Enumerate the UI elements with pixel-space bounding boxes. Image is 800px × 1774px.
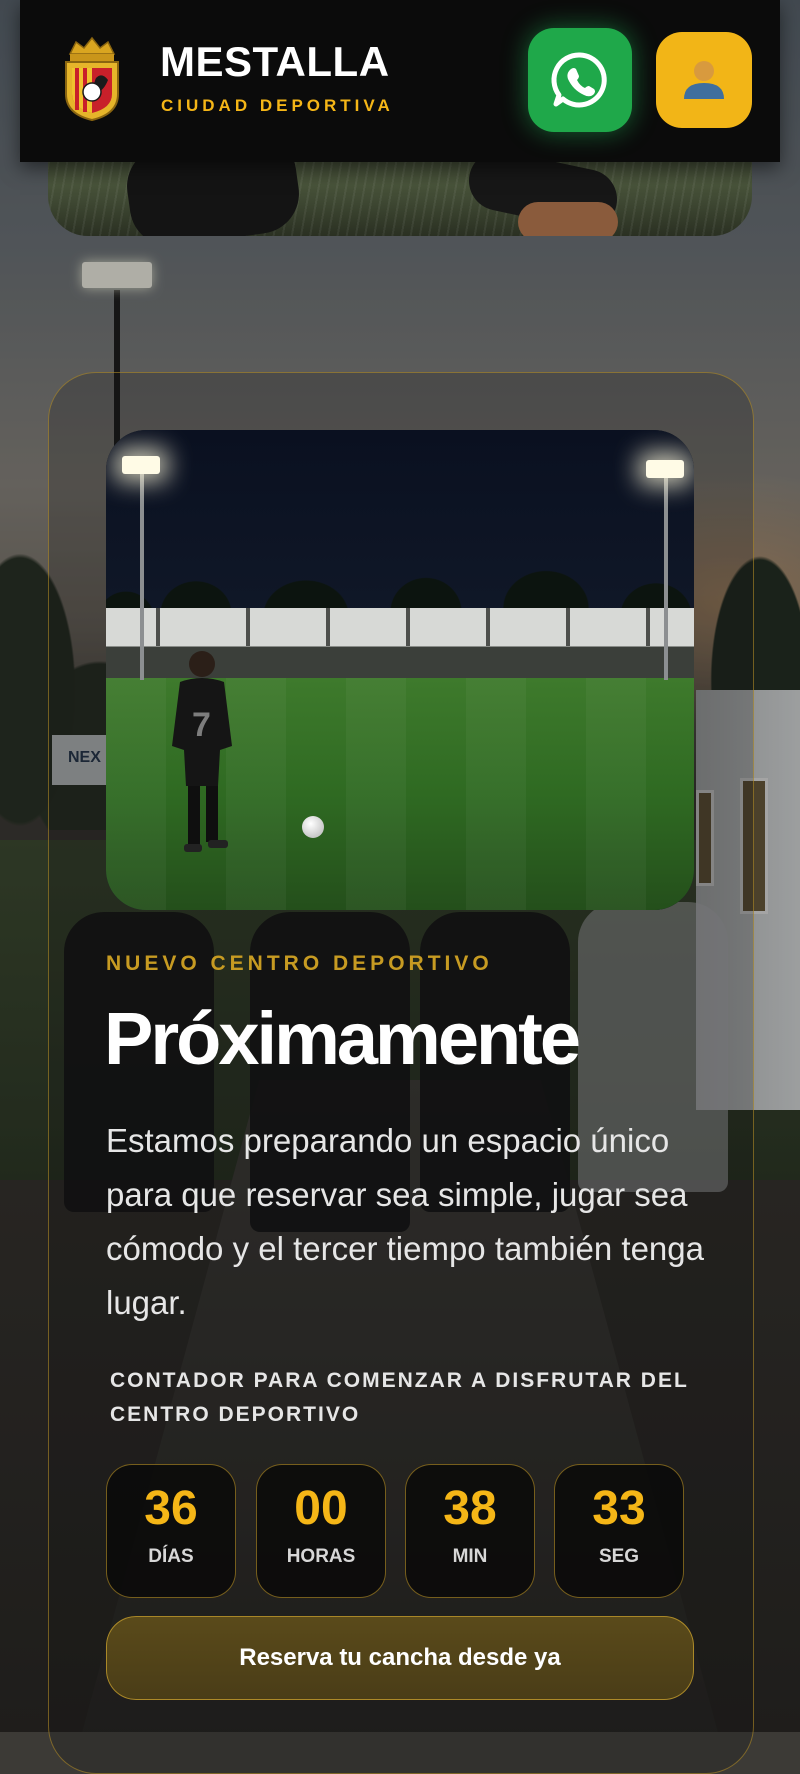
brand-subtitle: CIUDAD DEPORTIVA xyxy=(161,96,394,115)
countdown-timer: 36 DÍAS 00 HORAS 38 MIN 33 SEG xyxy=(106,1464,686,1598)
countdown-value: 38 xyxy=(443,1482,497,1535)
club-crest-logo xyxy=(65,36,119,122)
floodlight-pole xyxy=(664,474,668,680)
countdown-value: 00 xyxy=(294,1482,348,1535)
stand-post xyxy=(326,608,330,646)
countdown-value: 36 xyxy=(144,1482,198,1535)
eyebrow-text: NUEVO CENTRO DEPORTIVO xyxy=(106,952,493,975)
stand-post xyxy=(156,608,160,646)
whatsapp-button[interactable] xyxy=(528,28,632,132)
countdown-seconds: 33 SEG xyxy=(554,1464,684,1598)
countdown-unit: HORAS xyxy=(286,1546,356,1567)
countdown-value: 33 xyxy=(592,1482,646,1535)
site-header: MESTALLA CIUDAD DEPORTIVA xyxy=(20,0,780,162)
whatsapp-icon xyxy=(551,52,607,108)
brand-name: MESTALLA xyxy=(160,38,390,85)
reserve-court-button[interactable]: Reserva tu cancha desde ya xyxy=(106,1616,694,1700)
user-icon xyxy=(684,61,724,99)
soccer-ball xyxy=(302,816,324,838)
stand-post xyxy=(246,608,250,646)
countdown-label: CONTADOR PARA COMENZAR A DISFRUTAR DEL C… xyxy=(110,1369,689,1426)
player-number: 7 xyxy=(192,706,211,744)
stand-post xyxy=(646,608,650,646)
countdown-unit: MIN xyxy=(452,1546,488,1567)
player-leg xyxy=(518,202,618,236)
account-button[interactable] xyxy=(656,32,752,128)
stand-post xyxy=(486,608,490,646)
stand-post xyxy=(566,608,570,646)
countdown-unit: SEG xyxy=(598,1546,640,1567)
countdown-days: 36 DÍAS xyxy=(106,1464,236,1598)
countdown-unit: DÍAS xyxy=(148,1546,194,1567)
stand-post xyxy=(406,608,410,646)
countdown-hours: 00 HORAS xyxy=(256,1464,386,1598)
floodlight-pole xyxy=(140,470,144,680)
floodlight-lamp xyxy=(646,460,684,478)
countdown-minutes: 38 MIN xyxy=(405,1464,535,1598)
soccer-player: 7 xyxy=(172,651,232,852)
page-title: Próximamente xyxy=(104,997,581,1080)
floodlight-lamp xyxy=(122,456,160,474)
description-text: Estamos preparando un espacio único para… xyxy=(106,1122,704,1321)
hero-image: 7 xyxy=(106,430,694,910)
